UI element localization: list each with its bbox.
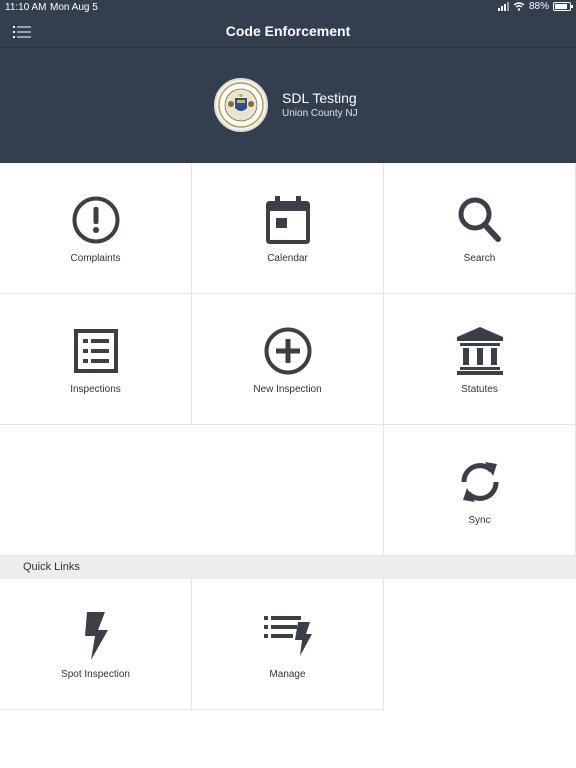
calendar-icon <box>192 195 383 245</box>
signal-icon <box>497 2 509 11</box>
quick-links-title: Quick Links <box>23 561 80 573</box>
quick-links-header: Quick Links <box>0 556 576 579</box>
organization-profile: SDL Testing Union County NJ <box>214 78 358 132</box>
search-icon <box>384 195 575 245</box>
exclamation-circle-icon <box>0 195 191 245</box>
calendar-label: Calendar <box>267 253 308 264</box>
navigation-bar: Code Enforcement <box>0 16 576 48</box>
status-date: Mon Aug 5 <box>50 2 98 13</box>
manage-tile[interactable]: Manage <box>192 579 384 710</box>
complaints-label: Complaints <box>70 253 121 264</box>
calendar-tile[interactable]: Calendar <box>192 163 384 294</box>
new-inspection-label: New Inspection <box>253 384 322 395</box>
header-banner: 11:10 AM Mon Aug 5 88% Code Enforcement <box>0 0 576 163</box>
inspections-tile[interactable]: Inspections <box>0 294 192 425</box>
sync-label: Sync <box>468 515 491 526</box>
complaints-tile[interactable]: Complaints <box>0 163 192 294</box>
new-inspection-tile[interactable]: New Inspection <box>192 294 384 425</box>
organization-name: SDL Testing <box>282 90 357 106</box>
organization-text: SDL Testing Union County NJ <box>282 90 358 120</box>
sync-tile[interactable]: Sync <box>384 425 576 556</box>
status-time: 11:10 AM <box>5 2 47 13</box>
empty-tile <box>0 425 384 556</box>
sync-icon <box>384 457 575 507</box>
wifi-icon <box>513 2 525 11</box>
status-bar: 11:10 AM Mon Aug 5 88% <box>0 0 576 16</box>
inspections-label: Inspections <box>70 384 121 395</box>
battery-percent: 88% <box>528 1 549 12</box>
search-label: Search <box>463 253 496 264</box>
lightning-icon <box>0 611 191 661</box>
spot-inspection-label: Spot Inspection <box>61 669 130 680</box>
search-tile[interactable]: Search <box>384 163 576 294</box>
checklist-icon <box>0 326 191 376</box>
battery-icon <box>553 2 573 11</box>
plus-circle-icon <box>192 326 383 376</box>
page-title: Code Enforcement <box>225 23 351 39</box>
status-indicators: 88% <box>497 1 573 12</box>
organization-location: Union County NJ <box>282 108 358 119</box>
manage-list-icon <box>192 611 383 661</box>
statutes-tile[interactable]: Statutes <box>384 294 576 425</box>
statutes-label: Statutes <box>461 384 498 395</box>
state-seal-logo <box>214 78 268 132</box>
manage-label: Manage <box>269 669 306 680</box>
institution-icon <box>384 326 575 376</box>
spot-inspection-tile[interactable]: Spot Inspection <box>0 579 192 710</box>
